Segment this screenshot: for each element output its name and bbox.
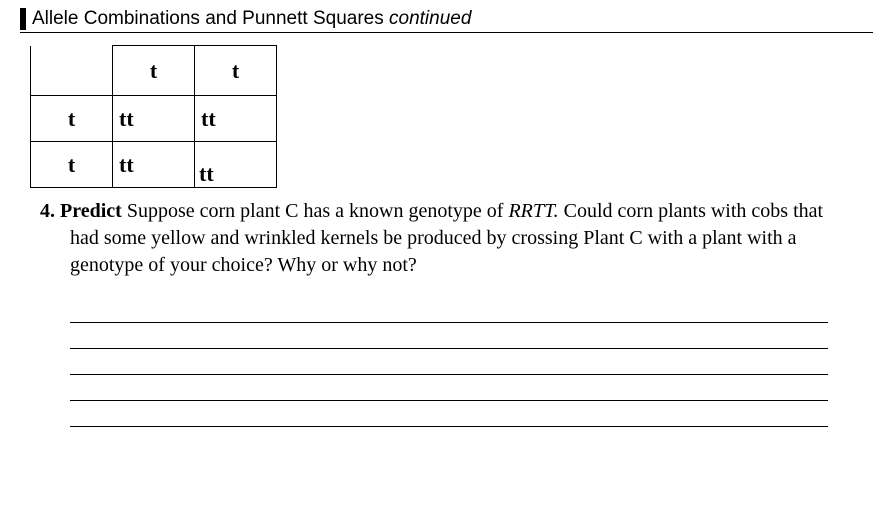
- answer-line[interactable]: [70, 375, 828, 401]
- punnett-row: t tt tt: [31, 142, 277, 188]
- punnett-row-label: t: [31, 142, 113, 188]
- punnett-square: t t t tt tt t tt tt: [30, 45, 873, 188]
- answer-lines: [70, 297, 828, 427]
- punnett-table: t t t tt tt t tt tt: [30, 45, 277, 188]
- answer-line[interactable]: [70, 401, 828, 427]
- punnett-cell: tt: [195, 96, 277, 142]
- page-header: Allele Combinations and Punnett Squares …: [20, 8, 873, 33]
- answer-line[interactable]: [70, 297, 828, 323]
- header-accent-bar: [20, 8, 26, 30]
- answer-line[interactable]: [70, 349, 828, 375]
- question-block: 4. Predict Suppose corn plant C has a kn…: [42, 198, 833, 279]
- header-title-main: Allele Combinations and Punnett Squares: [32, 8, 389, 29]
- header-title: Allele Combinations and Punnett Squares …: [32, 8, 471, 30]
- punnett-row: t tt tt: [31, 96, 277, 142]
- punnett-corner-cell: [31, 46, 113, 96]
- question-text: 4. Predict Suppose corn plant C has a kn…: [42, 198, 833, 279]
- punnett-col-header: t: [113, 46, 195, 96]
- punnett-cell: tt: [195, 142, 277, 188]
- question-genotype: RRTT.: [508, 200, 558, 222]
- punnett-header-row: t t: [31, 46, 277, 96]
- punnett-cell: tt: [113, 96, 195, 142]
- punnett-cell: tt: [113, 142, 195, 188]
- punnett-row-label: t: [31, 96, 113, 142]
- question-text-part1: Suppose corn plant C has a known genotyp…: [122, 200, 509, 222]
- answer-line[interactable]: [70, 323, 828, 349]
- question-verb: Predict: [60, 200, 122, 222]
- header-title-suffix: continued: [389, 8, 471, 29]
- punnett-col-header: t: [195, 46, 277, 96]
- question-number: 4.: [40, 200, 55, 222]
